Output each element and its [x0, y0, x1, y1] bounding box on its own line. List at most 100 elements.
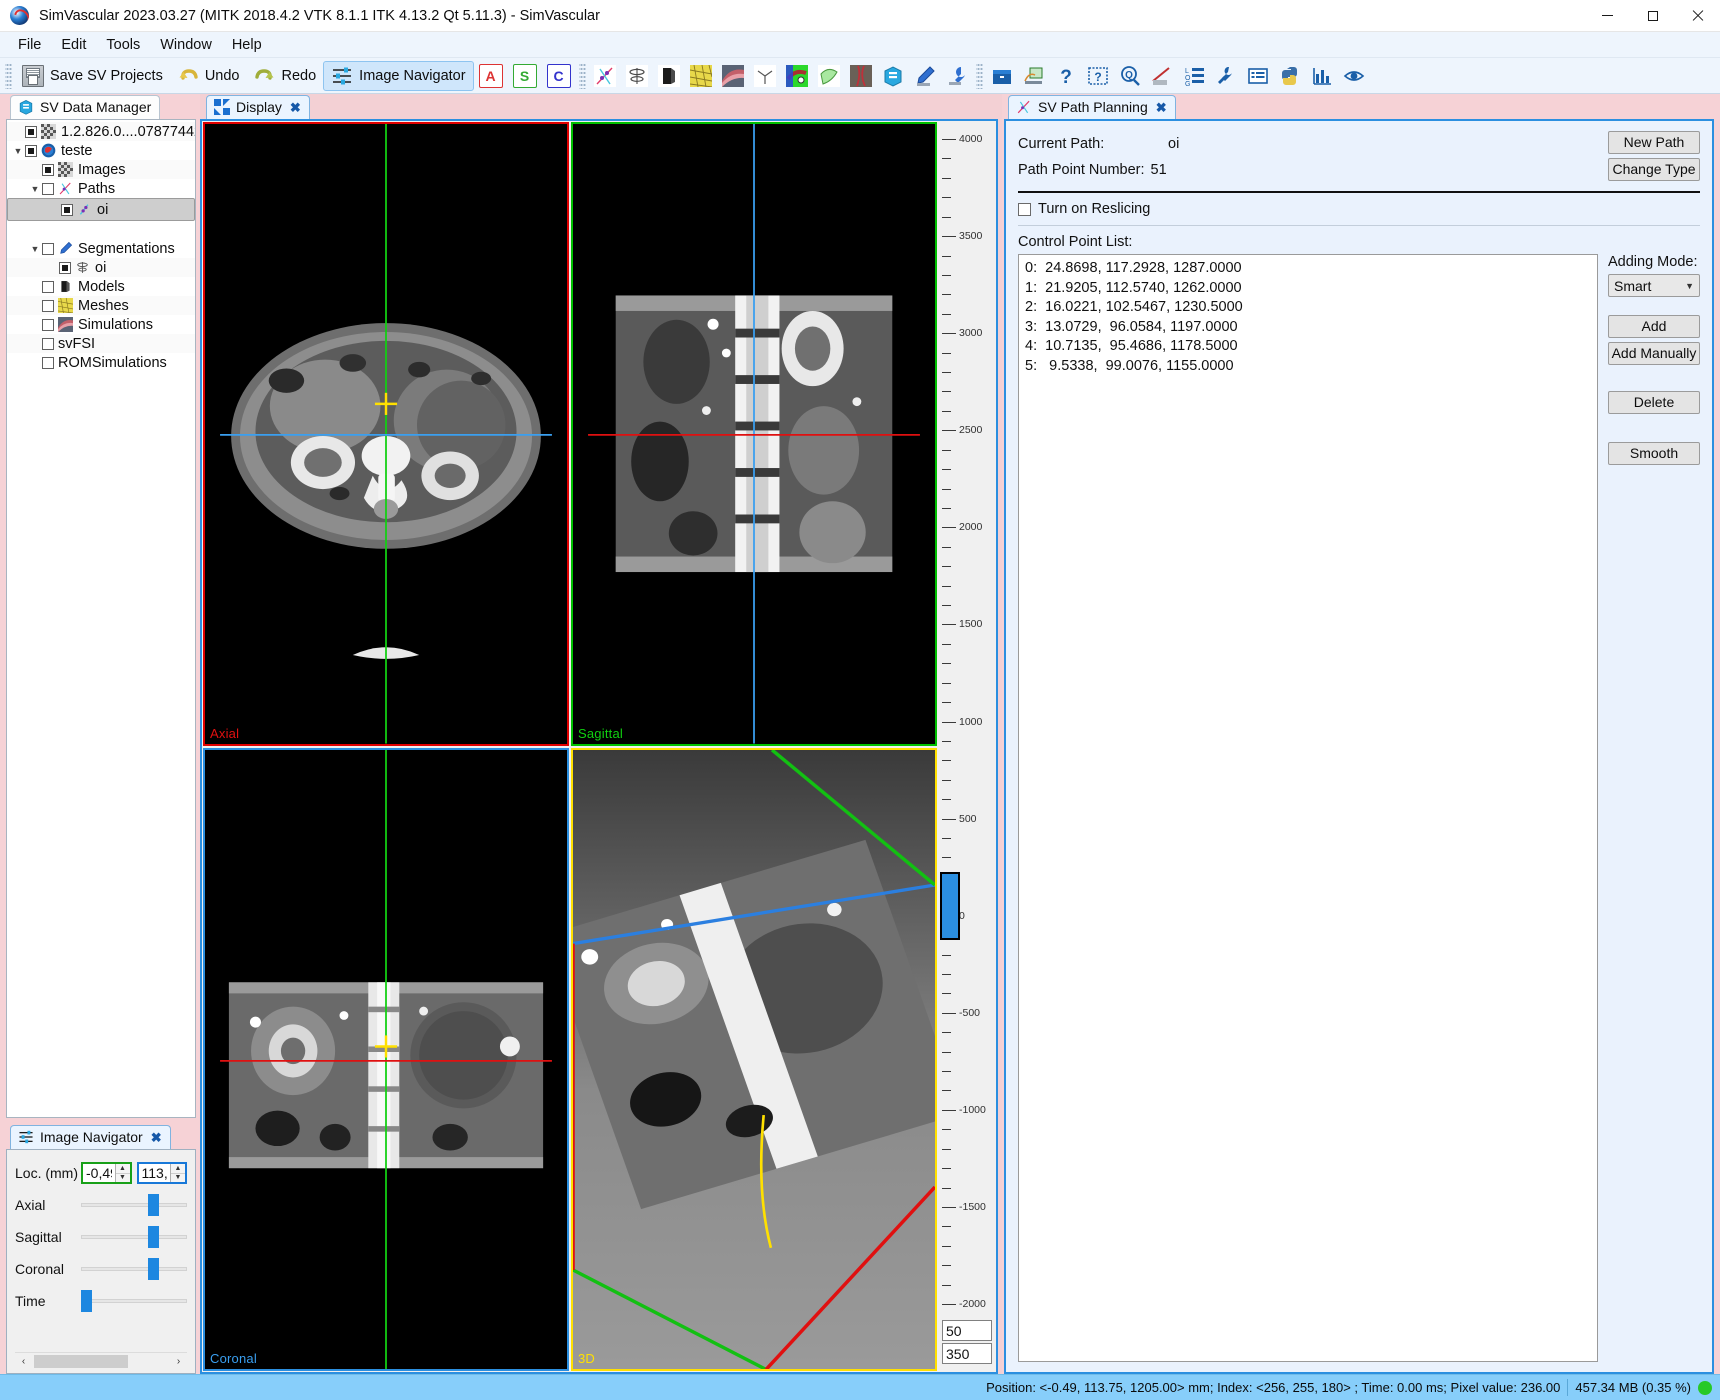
sagittal-plane-button[interactable]: S [508, 61, 542, 91]
delete-button[interactable]: Delete [1608, 391, 1700, 414]
loc-x-stepper[interactable]: ▲▼ [81, 1162, 132, 1184]
slider-knob[interactable] [81, 1290, 92, 1312]
turn-on-reslicing-row[interactable]: Turn on Reslicing [1018, 201, 1700, 217]
tree-item-checkbox[interactable] [25, 144, 37, 157]
tree-item-checkbox[interactable] [25, 125, 37, 138]
model-tool-button[interactable] [653, 61, 685, 91]
chevron-down-icon[interactable]: ▼ [28, 242, 42, 256]
undo-button[interactable]: Undo [170, 61, 247, 91]
slider-knob[interactable] [147, 1226, 159, 1248]
tree-item-segmentations[interactable]: ▼ Segmentations [7, 239, 195, 258]
view-3d[interactable]: 3D [571, 747, 937, 1371]
tab-sv-data-manager[interactable]: SV Data Manager [10, 95, 161, 119]
loc-x-input[interactable] [83, 1164, 115, 1182]
control-point-item[interactable]: 2: 16.0221, 102.5467, 1230.5000 [1025, 298, 1591, 318]
window-input[interactable] [942, 1343, 992, 1364]
loc-y-input[interactable] [138, 1164, 171, 1182]
close-button[interactable] [1675, 0, 1720, 32]
settings-button[interactable] [1210, 61, 1242, 91]
tree-item-simulations[interactable]: Simulations [7, 315, 195, 334]
axial-plane-button[interactable]: A [474, 61, 508, 91]
spin-down-icon[interactable]: ▼ [116, 1174, 130, 1183]
tree-item-checkbox[interactable] [42, 163, 54, 176]
tree-item-meshes[interactable]: Meshes [7, 296, 195, 315]
tree-item-checkbox[interactable] [42, 318, 54, 331]
tree-item-oi[interactable]: oi [7, 258, 195, 277]
toolbar-grip-2[interactable] [578, 62, 586, 89]
save-sv-projects-button[interactable]: Save SV Projects [15, 61, 170, 91]
close-icon[interactable]: ✖ [1156, 101, 1167, 114]
minimize-button[interactable] [1585, 0, 1630, 32]
plot-button[interactable] [1306, 61, 1338, 91]
tree-item-checkbox[interactable] [42, 299, 54, 312]
properties-button[interactable] [1242, 61, 1274, 91]
slider-knob[interactable] [147, 1258, 159, 1280]
view-sagittal[interactable]: Sagittal [571, 122, 937, 746]
control-point-item[interactable]: 4: 10.7135, 95.4686, 1178.5000 [1025, 337, 1591, 357]
slider-time[interactable] [81, 1290, 187, 1312]
chevron-down-icon[interactable]: ▼ [28, 182, 42, 196]
simulation-tool-button[interactable] [717, 61, 749, 91]
tree-item-oi[interactable]: oi [7, 198, 195, 221]
new-path-button[interactable]: New Path [1608, 131, 1700, 154]
spin-up-icon[interactable]: ▲ [171, 1164, 186, 1174]
help-button[interactable]: ? [1050, 61, 1082, 91]
tree-item-checkbox[interactable] [42, 242, 54, 255]
log-button[interactable]: LOG [1178, 61, 1210, 91]
data-manager-button[interactable] [877, 61, 909, 91]
control-point-list[interactable]: 0: 24.8698, 117.2928, 1287.0000 1: 21.920… [1018, 254, 1598, 1362]
slider-axial[interactable] [81, 1194, 187, 1216]
change-type-button[interactable]: Change Type [1608, 158, 1700, 181]
add-button[interactable]: Add [1608, 315, 1700, 338]
about-button[interactable]: ? [1082, 61, 1114, 91]
reslicing-checkbox[interactable] [1018, 202, 1031, 216]
add-manually-button[interactable]: Add Manually [1608, 342, 1700, 365]
close-icon[interactable]: ✖ [151, 1131, 162, 1144]
control-point-item[interactable]: 0: 24.8698, 117.2928, 1287.0000 [1025, 259, 1591, 279]
scroll-track[interactable] [32, 1354, 170, 1368]
menu-window[interactable]: Window [150, 34, 222, 56]
tree-item-checkbox[interactable] [42, 280, 54, 293]
search-button[interactable]: Q [1114, 61, 1146, 91]
toolbar-grip-3[interactable] [975, 62, 983, 89]
vascular-image-button[interactable] [845, 61, 877, 91]
level-input[interactable] [942, 1320, 992, 1341]
tree-item-checkbox[interactable] [42, 337, 54, 350]
segmentation-2d-button[interactable] [621, 61, 653, 91]
data-manager-tree-container[interactable]: 1.2.826.0....07877442 ▼ teste Images ▼ Paths o… [6, 119, 196, 1118]
adding-mode-select[interactable]: Smart ▼ [1608, 274, 1700, 297]
loc-x-spin-buttons[interactable]: ▲ ▼ [114, 1164, 130, 1183]
presentation-button[interactable] [1018, 61, 1050, 91]
tree-item-paths[interactable]: ▼ Paths [7, 179, 195, 198]
tree-item-romsimulations[interactable]: ROMSimulations [7, 353, 195, 372]
scroll-thumb[interactable] [34, 1354, 128, 1368]
loc-y-spin-buttons[interactable]: ▲ ▼ [170, 1164, 186, 1183]
coronal-plane-button[interactable]: C [542, 61, 576, 91]
control-point-item[interactable]: 5: 9.5338, 99.0076, 1155.0000 [1025, 357, 1591, 377]
python-console-button[interactable] [1274, 61, 1306, 91]
tab-display[interactable]: Display ✖ [206, 95, 310, 119]
tree-item-svfsi[interactable]: svFSI [7, 334, 195, 353]
tree-item-checkbox[interactable] [42, 356, 54, 369]
view-axial[interactable]: Axial [203, 122, 569, 746]
menu-edit[interactable]: Edit [51, 34, 96, 56]
image-navigator-button[interactable]: Image Navigator [323, 60, 474, 91]
measure-button[interactable] [1146, 61, 1178, 91]
slider-knob[interactable] [147, 1194, 159, 1216]
toolbar-grip[interactable] [5, 62, 12, 89]
multiphysics-button[interactable] [813, 61, 845, 91]
tree-item-checkbox[interactable] [42, 182, 54, 195]
tools-button[interactable] [941, 61, 973, 91]
memory-indicator-icon[interactable] [1698, 1380, 1712, 1395]
tab-sv-path-planning[interactable]: SV Path Planning ✖ [1008, 95, 1176, 119]
svfsi-tool-button[interactable] [749, 61, 781, 91]
tree-item-teste[interactable]: ▼ teste [7, 141, 195, 160]
menu-help[interactable]: Help [222, 34, 272, 56]
tree-item-checkbox[interactable] [61, 203, 73, 216]
scroll-left-icon[interactable]: ‹ [15, 1353, 32, 1369]
scroll-right-icon[interactable]: › [170, 1353, 187, 1369]
spin-down-icon[interactable]: ▼ [171, 1174, 185, 1183]
menu-tools[interactable]: Tools [96, 34, 150, 56]
tree-item-models[interactable]: Models [7, 277, 195, 296]
view-coronal[interactable]: Coronal [203, 747, 569, 1371]
